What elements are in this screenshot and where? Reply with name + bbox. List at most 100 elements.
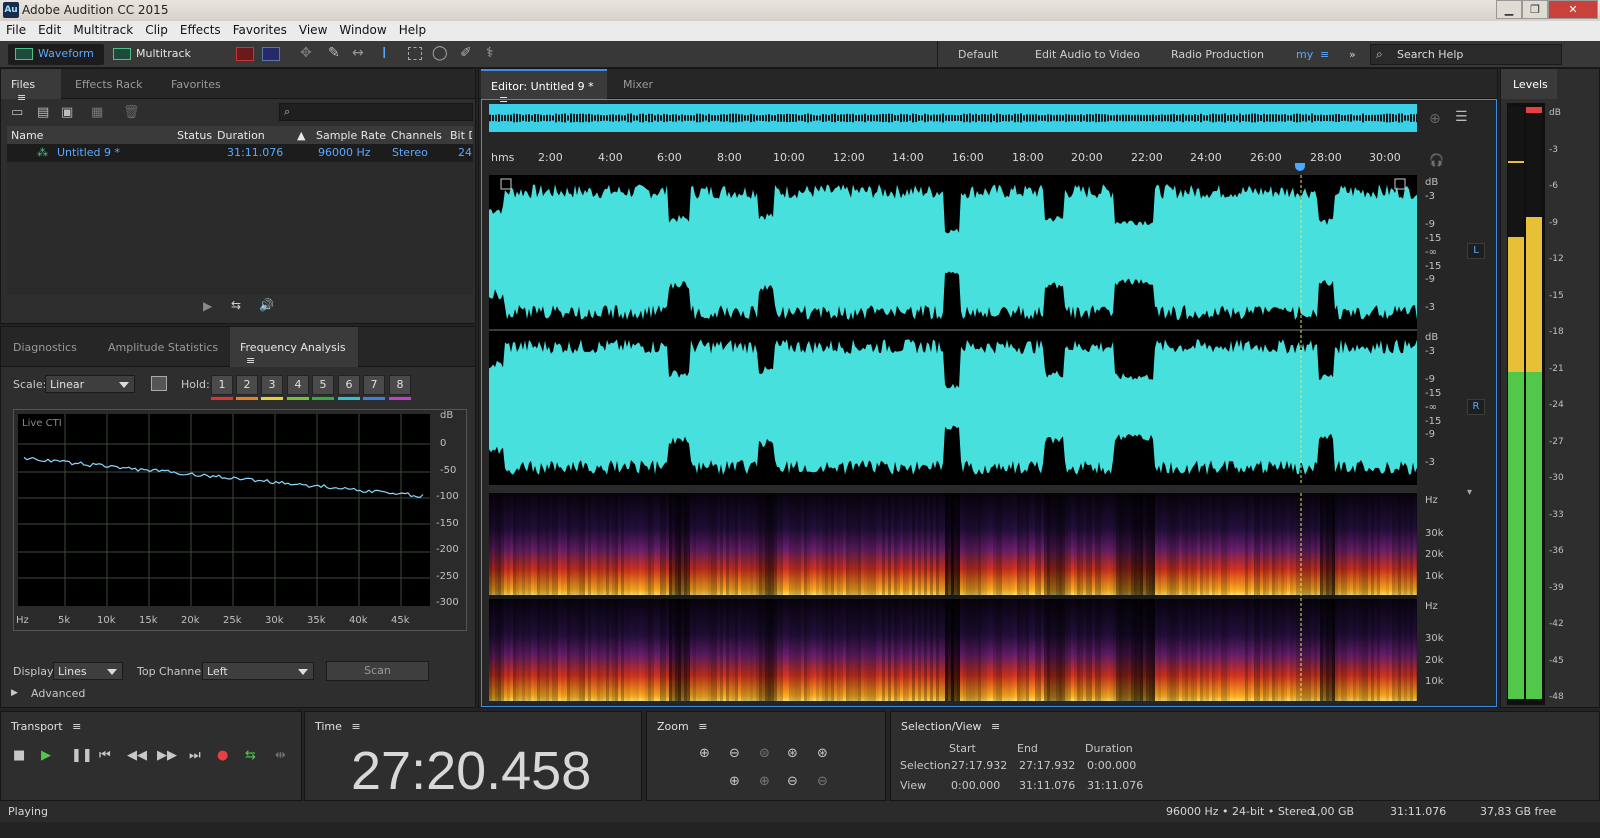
files-search-input[interactable]: ⌕ [279, 103, 473, 121]
stop-icon[interactable]: ■ [13, 748, 25, 763]
panel-options-icon[interactable]: ☰ [1455, 109, 1468, 125]
col-duration[interactable]: Duration [217, 129, 265, 142]
time-selection-tool-icon[interactable]: I [382, 44, 386, 62]
copy-icon[interactable] [151, 376, 167, 391]
waveform-mode-button[interactable]: Waveform [8, 44, 104, 65]
insert-icon[interactable]: ▦ [91, 105, 103, 120]
multitrack-mode-button[interactable]: Multitrack [106, 44, 198, 65]
table-row[interactable]: ⁂ Untitled 9 * 31:11.076 96000 Hz Stereo… [7, 144, 473, 161]
waveform-display[interactable] [489, 175, 1417, 485]
brush-tool-icon[interactable]: ✐ [460, 45, 472, 61]
selection-start[interactable]: 27:17.932 [951, 759, 1007, 772]
trash-icon[interactable]: 🗑 [123, 105, 140, 120]
tab-amplitude-statistics[interactable]: Amplitude Statistics [98, 327, 228, 367]
tab-favorites[interactable]: Favorites [161, 69, 231, 99]
view-start[interactable]: 0:00.000 [951, 779, 1000, 792]
minimize-button[interactable]: ▁ [1496, 0, 1522, 19]
hold-button-5[interactable]: 5 [312, 375, 334, 400]
tab-mixer[interactable]: Mixer [613, 69, 663, 99]
tab-files[interactable]: Files ≡ [1, 69, 61, 104]
tab-editor[interactable]: Editor: Untitled 9 * ≡ [481, 69, 607, 106]
workspace-my[interactable]: my [1296, 48, 1313, 61]
zoom-out-amplitude-icon[interactable]: ⊖ [729, 746, 740, 761]
zoom-in-time-icon[interactable]: ⊜ [759, 746, 770, 761]
playhead-handle[interactable] [1295, 163, 1305, 171]
slip-tool-icon[interactable]: ↔ [352, 45, 364, 61]
top-channel-dropdown[interactable]: Left [202, 662, 314, 680]
workspace-edit-audio-to-video[interactable]: Edit Audio to Video [1035, 48, 1140, 61]
spot-healing-tool-icon[interactable]: ⚕ [486, 45, 494, 61]
autoplay-icon[interactable]: 🔊 [259, 298, 274, 312]
spectral-pitch-icon[interactable] [262, 47, 280, 61]
spectral-frequency-icon[interactable] [236, 47, 254, 61]
selection-end[interactable]: 27:17.932 [1019, 759, 1075, 772]
menu-favorites[interactable]: Favorites [227, 21, 293, 37]
workspace-default[interactable]: Default [958, 48, 998, 61]
pause-icon[interactable]: ❚❚ [71, 748, 93, 763]
time-ruler[interactable]: hms 2:00 4:00 6:00 8:00 10:00 12:00 14:0… [489, 151, 1417, 173]
hold-button-1[interactable]: 1 [211, 375, 233, 400]
clip-indicator[interactable] [1526, 107, 1542, 113]
workspace-radio-production[interactable]: Radio Production [1171, 48, 1264, 61]
hold-button-3[interactable]: 3 [261, 375, 283, 400]
zoom-out-full-icon[interactable]: ⊛ [787, 746, 798, 761]
search-help-field[interactable]: ⌕ Search Help [1370, 44, 1562, 65]
expand-icon[interactable]: ▶ [11, 688, 18, 698]
zoom-navigator-icon[interactable]: ⊕ [1429, 111, 1441, 127]
col-name[interactable]: Name [11, 129, 43, 142]
view-duration[interactable]: 31:11.076 [1087, 779, 1143, 792]
new-file-icon[interactable]: ▣ [61, 105, 73, 120]
loop-preview-icon[interactable]: ⇆ [231, 298, 241, 312]
previous-icon[interactable]: ⏮ [99, 748, 111, 763]
play-preview-icon[interactable]: ▶ [203, 299, 212, 313]
more-workspaces-icon[interactable]: » [1349, 48, 1356, 61]
razor-tool-icon[interactable]: ✎ [328, 45, 340, 61]
zoom-in-left-icon[interactable]: ⊕ [729, 774, 740, 789]
skip-selection-icon[interactable]: ⇹ [275, 748, 286, 763]
workspace-menu-icon[interactable]: ≡ [1320, 48, 1329, 61]
time-display[interactable]: 27:20.458 [351, 740, 591, 802]
zoom-in-right-icon[interactable]: ⊕ [759, 774, 770, 789]
lasso-tool-icon[interactable]: ◯ [432, 45, 448, 61]
menu-effects[interactable]: Effects [174, 21, 227, 37]
channel-left-toggle[interactable]: L [1467, 243, 1485, 259]
loop-icon[interactable]: ⇆ [245, 748, 256, 763]
menu-view[interactable]: View [293, 21, 333, 37]
open-file-icon[interactable]: ▭ [11, 105, 23, 120]
rewind-icon[interactable]: ◀◀ [127, 748, 147, 763]
hold-button-6[interactable]: 6 [338, 375, 360, 400]
move-tool-icon[interactable]: ✥ [300, 45, 312, 61]
menu-help[interactable]: Help [393, 21, 432, 37]
fast-forward-icon[interactable]: ▶▶ [157, 748, 177, 763]
scan-button[interactable]: Scan [326, 661, 429, 681]
levels-title[interactable]: Levels [1501, 69, 1557, 99]
next-icon[interactable]: ⏭ [189, 748, 201, 763]
col-channels[interactable]: Channels [391, 129, 442, 142]
zoom-reset-icon[interactable]: ⊖ [817, 774, 828, 789]
zoom-out-time-icon[interactable]: ⊖ [787, 774, 798, 789]
tab-effects-rack[interactable]: Effects Rack [65, 69, 152, 99]
menu-edit[interactable]: Edit [32, 21, 67, 37]
display-dropdown[interactable]: Lines [53, 662, 123, 680]
marquee-tool-icon[interactable] [408, 47, 422, 60]
advanced-toggle[interactable]: Advanced [31, 687, 85, 700]
hold-button-8[interactable]: 8 [389, 375, 411, 400]
import-file-icon[interactable]: ▤ [37, 105, 49, 120]
menu-clip[interactable]: Clip [139, 21, 174, 37]
headphones-icon[interactable]: 🎧 [1429, 153, 1444, 167]
tab-diagnostics[interactable]: Diagnostics [3, 327, 87, 367]
hold-button-2[interactable]: 2 [236, 375, 258, 400]
zoom-in-amplitude-icon[interactable]: ⊕ [699, 746, 710, 761]
menu-multitrack[interactable]: Multitrack [67, 21, 139, 37]
spectral-divider[interactable] [489, 485, 1417, 493]
selection-duration[interactable]: 0:00.000 [1087, 759, 1136, 772]
col-status[interactable]: Status [177, 129, 212, 142]
spectral-display[interactable] [489, 493, 1417, 701]
menu-file[interactable]: File [0, 21, 32, 37]
menu-window[interactable]: Window [333, 21, 392, 37]
record-icon[interactable]: ● [217, 748, 228, 763]
close-button[interactable]: ✕ [1548, 0, 1598, 19]
overview-waveform[interactable] [489, 104, 1417, 132]
view-end[interactable]: 31:11.076 [1019, 779, 1075, 792]
col-bit-depth[interactable]: Bit D [450, 129, 472, 142]
